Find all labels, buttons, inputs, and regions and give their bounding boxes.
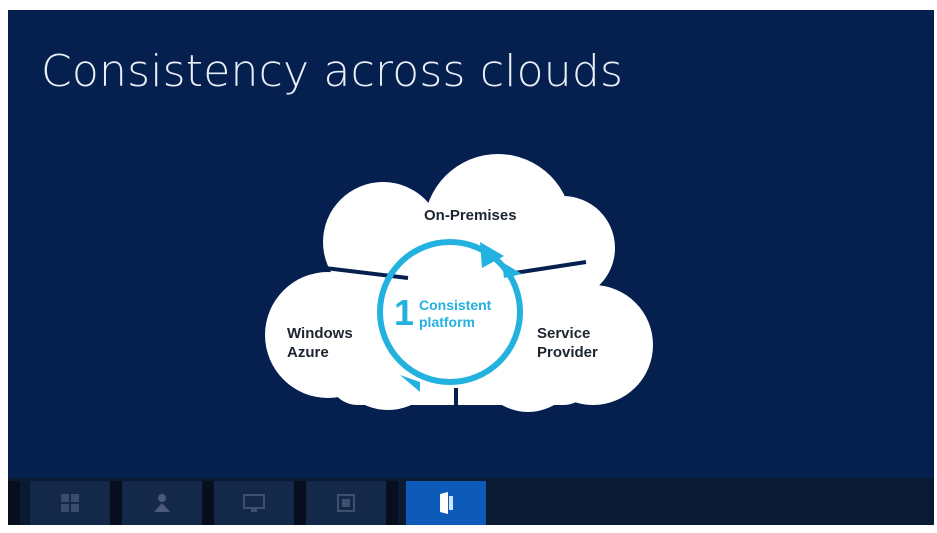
taskbar-panel-button[interactable] xyxy=(306,481,386,525)
label-service-provider: Service Provider xyxy=(537,324,598,362)
cloud-shape xyxy=(265,154,653,412)
taskbar-spacer xyxy=(8,481,20,525)
center-line-consistent: Consistent xyxy=(419,297,492,313)
taskbar-spacer xyxy=(294,481,306,525)
label-windows-azure: Windows Azure xyxy=(287,324,353,362)
taskbar-person-button[interactable] xyxy=(122,481,202,525)
taskbar-monitor-button[interactable] xyxy=(214,481,294,525)
taskbar-empty-area xyxy=(486,481,934,525)
label-azure-line: Azure xyxy=(287,344,329,361)
screen-frame: Consistency across clouds On-Premises Wi… xyxy=(0,0,937,533)
label-windows-line: Windows xyxy=(287,325,353,342)
label-service-line: Service xyxy=(537,325,591,342)
center-number: 1 xyxy=(394,292,415,333)
monitor-icon xyxy=(243,494,265,512)
taskbar-spacer xyxy=(386,481,398,525)
taskbar-spacer xyxy=(202,481,214,525)
taskbar-windows-button[interactable] xyxy=(30,481,110,525)
panel-icon xyxy=(337,494,355,512)
windows-logo-icon xyxy=(61,494,79,512)
center-line-platform: platform xyxy=(419,314,475,330)
server-icon xyxy=(440,492,453,514)
label-on-premises: On-Premises xyxy=(424,207,517,224)
presentation-slide: Consistency across clouds On-Premises Wi… xyxy=(8,10,934,525)
center-caption: Consistent platform xyxy=(419,297,491,331)
person-icon xyxy=(154,494,170,512)
cloud-diagram xyxy=(265,154,653,414)
taskbar xyxy=(8,478,934,525)
label-provider-line: Provider xyxy=(537,344,598,361)
taskbar-spacer xyxy=(110,481,122,525)
taskbar-server-button[interactable] xyxy=(406,481,486,525)
